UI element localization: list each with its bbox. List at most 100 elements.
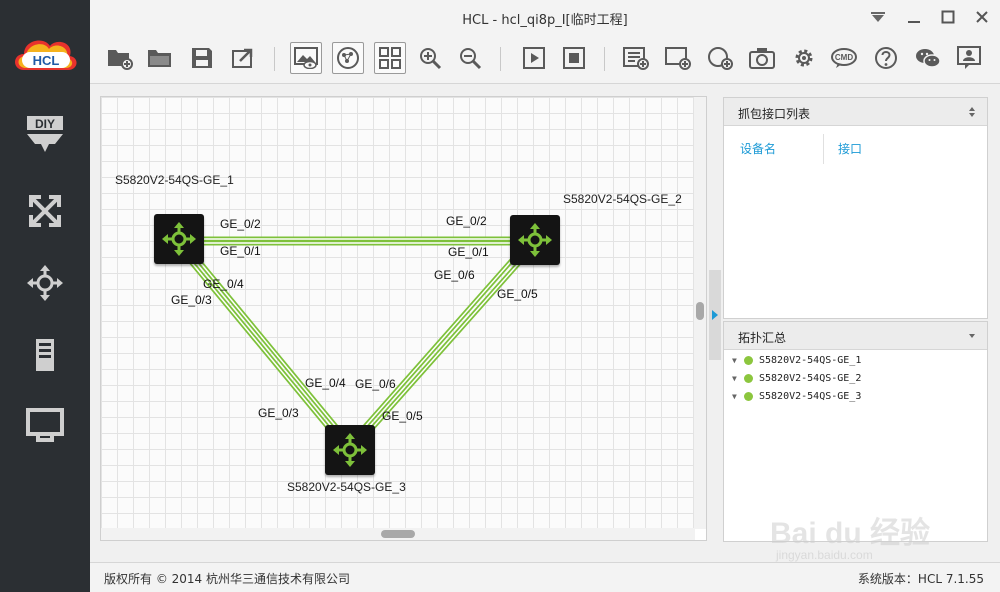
grid-view-button[interactable] [374, 42, 406, 74]
switch-device-2[interactable] [510, 215, 560, 265]
logo-text: HCL [33, 53, 60, 68]
sidebar-item-router[interactable] [22, 260, 68, 306]
new-project-button[interactable] [104, 42, 136, 74]
hcl-logo: HCL [10, 30, 82, 76]
link-d2-d3[interactable] [359, 257, 521, 435]
port-label: GE_0/5 [497, 287, 538, 301]
summary-panel-title: 拓扑汇总 [738, 331, 787, 345]
capture-panel-title: 抓包接口列表 [738, 107, 811, 121]
switch-arrows-icon [162, 222, 196, 256]
zoom-in-button[interactable] [414, 42, 446, 74]
capture-interface-panel: 抓包接口列表 设备名 接口 [723, 97, 988, 319]
sort-arrows-icon[interactable] [967, 106, 977, 118]
pc-monitor-icon [26, 408, 64, 442]
vertical-scroll-thumb[interactable] [696, 302, 704, 320]
column-separator [823, 134, 824, 164]
port-label: GE_0/2 [446, 214, 487, 228]
hcl-app-window: HCL DIY HCL - hcl_qi8p_I[临时工程] CMD S5820… [0, 0, 1000, 592]
play-icon [523, 47, 545, 69]
canvas-vertical-scrollbar[interactable] [694, 97, 706, 529]
minimize-icon [908, 21, 920, 23]
wechat-icon [916, 49, 941, 68]
export-button[interactable] [228, 42, 260, 74]
zoom-out-button[interactable] [454, 42, 486, 74]
wechat-button[interactable] [912, 42, 944, 74]
summary-tree-item[interactable]: ▼ S5820V2-54QS-GE_3 [732, 388, 861, 404]
tree-item-label: S5820V2-54QS-GE_1 [759, 354, 862, 366]
sidebar-item-diy[interactable]: DIY [22, 112, 68, 158]
switch-device-3[interactable] [325, 425, 375, 475]
start-all-button[interactable] [518, 42, 550, 74]
sidebar-item-switch[interactable] [22, 188, 68, 234]
window-title: HCL - hcl_qi8p_I[临时工程] [462, 13, 628, 28]
diy-icon: DIY [27, 116, 63, 152]
port-label: GE_0/3 [258, 406, 299, 420]
main-toolbar: CMD [90, 34, 1000, 84]
port-label: GE_0/6 [434, 268, 475, 282]
toolbar-separator [274, 47, 275, 71]
show-topology-button[interactable] [332, 42, 364, 74]
sidebar-item-pc[interactable] [22, 402, 68, 448]
list-add-icon [623, 47, 649, 70]
sidebar-item-server[interactable] [22, 332, 68, 378]
version-text: 系统版本：HCL 7.1.55 [857, 572, 984, 586]
feedback-button[interactable] [954, 42, 986, 74]
column-header-interface[interactable]: 接口 [838, 140, 862, 157]
device-name-label[interactable]: S5820V2-54QS-GE_3 [287, 480, 406, 494]
triangle-down-icon[interactable] [967, 330, 977, 342]
cmd-button[interactable]: CMD [828, 42, 860, 74]
toolbar-separator [500, 47, 501, 71]
toolbar-separator [604, 47, 605, 71]
zoom-in-icon [420, 48, 442, 70]
router-move-icon [27, 265, 63, 301]
panel-collapse-handle[interactable] [709, 270, 721, 360]
topology-canvas[interactable]: S5820V2-54QS-GE_1 S5820V2-54QS-GE_2 S582… [100, 96, 707, 541]
copyright-text: 版权所有 © 2014 杭州华三通信技术有限公司 [104, 572, 350, 586]
summary-panel-header[interactable]: 拓扑汇总 [724, 322, 987, 350]
canvas-horizontal-scrollbar[interactable] [101, 528, 695, 540]
server-icon [36, 339, 54, 371]
show-labels-button[interactable] [290, 42, 322, 74]
column-header-device[interactable]: 设备名 [740, 140, 776, 157]
capture-panel-header[interactable]: 抓包接口列表 [724, 98, 987, 126]
save-button[interactable] [186, 42, 218, 74]
new-folder-icon [108, 50, 133, 70]
maximize-button[interactable] [936, 6, 960, 28]
export-icon [232, 48, 253, 68]
cmd-bubble-icon: CMD [831, 48, 857, 68]
horizontal-scroll-thumb[interactable] [381, 530, 415, 538]
switch-arrows-icon [518, 223, 552, 257]
expand-arrow-icon[interactable]: ▼ [732, 374, 744, 383]
svg-text:CMD: CMD [835, 53, 853, 62]
settings-button[interactable] [788, 42, 820, 74]
add-list-button[interactable] [620, 42, 652, 74]
summary-tree-item[interactable]: ▼ S5820V2-54QS-GE_2 [732, 370, 861, 386]
close-button[interactable] [970, 6, 994, 28]
port-label: GE_0/6 [355, 377, 396, 391]
maximize-icon [941, 10, 955, 24]
open-project-button[interactable] [144, 42, 176, 74]
add-ellipse-button[interactable] [704, 42, 736, 74]
screenshot-button[interactable] [746, 42, 778, 74]
port-label: GE_0/3 [171, 293, 212, 307]
help-button[interactable] [870, 42, 902, 74]
help-question-icon [875, 47, 897, 69]
expand-arrow-icon[interactable]: ▼ [732, 356, 744, 365]
switch-device-1[interactable] [154, 214, 204, 264]
stop-all-button[interactable] [558, 42, 590, 74]
stop-icon [563, 47, 585, 69]
device-name-label[interactable]: S5820V2-54QS-GE_2 [563, 192, 682, 206]
tree-item-label: S5820V2-54QS-GE_3 [759, 390, 862, 402]
minimize-button[interactable] [902, 6, 926, 28]
grid-icon [379, 47, 401, 69]
menu-dropdown-button[interactable] [866, 6, 890, 28]
device-name-label[interactable]: S5820V2-54QS-GE_1 [115, 173, 234, 187]
circle-add-icon [708, 47, 733, 70]
watermark-text: Bai du 经验 [770, 517, 931, 550]
summary-tree-item[interactable]: ▼ S5820V2-54QS-GE_1 [732, 352, 861, 368]
add-rect-button[interactable] [662, 42, 694, 74]
port-label: GE_0/5 [382, 409, 423, 423]
triangle-down-icon [871, 12, 885, 22]
switch-arrows-icon [333, 433, 367, 467]
expand-arrow-icon[interactable]: ▼ [732, 392, 744, 401]
